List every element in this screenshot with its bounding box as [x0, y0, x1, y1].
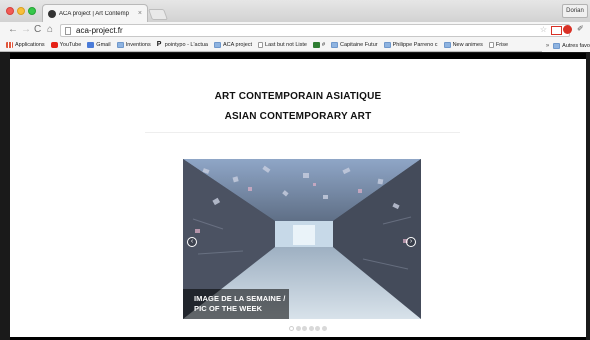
bookmarks-bar: Applications YouTube Gmail Inventions Ppoint… — [0, 39, 590, 52]
site-favicon-icon — [48, 9, 56, 18]
bookmark-item[interactable]: Ppointypo - L'actua — [156, 41, 208, 48]
other-bookmarks[interactable]: Autres favo — [553, 42, 590, 49]
back-button[interactable]: ← — [8, 25, 18, 35]
bookmark-item[interactable]: # — [312, 42, 325, 48]
bookmark-label: ACA project — [223, 42, 253, 48]
page-title-french: ART CONTEMPORAIN ASIATIQUE — [214, 91, 382, 102]
doc-icon — [488, 42, 494, 48]
bookmark-item[interactable]: Last but not Liste — [258, 42, 307, 48]
pen-extension-icon[interactable]: ✐ — [577, 24, 584, 33]
doc-icon — [258, 42, 264, 48]
carousel-dot[interactable] — [315, 326, 320, 331]
page-top-bar — [10, 53, 586, 59]
folder-icon — [331, 42, 338, 48]
green-icon — [312, 42, 320, 48]
other-bookmarks-label: Autres favo — [562, 42, 590, 49]
bookmark-star-icon[interactable]: ☆ — [540, 25, 547, 34]
folder-icon — [116, 42, 124, 48]
gmail-extension-icon[interactable] — [551, 26, 562, 35]
tab-close-icon[interactable]: × — [138, 10, 142, 17]
bookmark-label: Last but not Liste — [265, 42, 307, 48]
bookmark-label: Inventions — [125, 42, 151, 48]
gmail-icon — [87, 42, 95, 48]
bookmark-label: Capitaine Futur — [340, 42, 378, 48]
home-button[interactable]: ⌂ — [47, 25, 53, 35]
profile-button[interactable]: Dorian — [562, 4, 588, 18]
bookmark-item[interactable]: YouTube — [50, 42, 82, 48]
carousel-dot[interactable] — [295, 326, 301, 331]
bookmark-label: Frise — [495, 42, 509, 48]
bookmark-label: New animes — [452, 42, 483, 48]
browser-titlebar: ACA project | Art Contemp × Dorian — [0, 0, 590, 22]
carousel-next-icon[interactable]: › — [406, 237, 416, 247]
bookmark-item[interactable]: New animes — [443, 42, 483, 48]
bookmarks-more-icon[interactable]: » — [546, 43, 549, 49]
url-text[interactable]: aca-project.fr — [76, 26, 123, 35]
tab-title: ACA project | Art Contemp — [59, 10, 129, 17]
minimize-window-button[interactable] — [17, 7, 25, 15]
forward-button[interactable]: → — [21, 25, 31, 35]
bookmark-item[interactable]: Frise — [488, 42, 509, 48]
bookmark-item[interactable]: Gmail — [87, 42, 111, 48]
folder-icon — [443, 42, 451, 48]
bookmark-label: YouTube — [59, 42, 82, 48]
carousel-dot[interactable] — [308, 326, 314, 331]
youtube-icon — [50, 42, 58, 48]
p-icon: P — [156, 41, 162, 48]
close-window-button[interactable] — [6, 7, 14, 15]
extension-badge-icon[interactable] — [563, 25, 572, 34]
folder-icon — [553, 42, 561, 49]
caption-line-1: IMAGE DE LA SEMAINE / — [194, 294, 286, 303]
carousel-caption: IMAGE DE LA SEMAINE / PIC OF THE WEEK — [183, 289, 289, 319]
bookmark-item[interactable]: Capitaine Futur — [331, 42, 378, 48]
bookmark-label: pointypo - L'actua — [164, 42, 208, 48]
bookmark-item[interactable]: Philippe Parreno c — [383, 42, 438, 48]
carousel-dot[interactable] — [289, 326, 294, 331]
image-carousel[interactable]: IMAGE DE LA SEMAINE / PIC OF THE WEEK ‹ … — [183, 159, 421, 319]
bookmarks-overflow: » Autres favo — [541, 39, 590, 52]
page-icon — [65, 27, 71, 35]
new-tab-button[interactable] — [147, 9, 169, 20]
maximize-window-button[interactable] — [28, 7, 36, 15]
bookmark-label: Philippe Parreno c — [392, 42, 438, 48]
bookmark-item[interactable]: ACA project — [214, 42, 252, 48]
web-page: ART CONTEMPORAIN ASIATIQUE ASIAN CONTEMP… — [10, 53, 586, 340]
bookmark-label: Applications — [15, 42, 45, 48]
bookmark-label: # — [321, 42, 325, 48]
carousel-prev-icon[interactable]: ‹ — [187, 237, 197, 247]
carousel-dot[interactable] — [321, 326, 327, 331]
browser-tab[interactable]: ACA project | Art Contemp × — [42, 4, 148, 22]
title-divider — [145, 132, 460, 133]
caption-line-2: PIC OF THE WEEK — [194, 304, 263, 313]
bookmark-item[interactable]: Applications — [6, 42, 45, 48]
carousel-dot[interactable] — [302, 326, 307, 331]
apps-grid-icon — [6, 42, 13, 48]
bookmark-item[interactable]: Inventions — [116, 42, 151, 48]
address-bar[interactable]: aca-project.fr ☆ Q — [60, 24, 570, 37]
bookmark-label: Gmail — [96, 42, 111, 48]
page-title-english: ASIAN CONTEMPORARY ART — [224, 111, 372, 122]
carousel-pagination — [289, 326, 328, 331]
folder-icon — [383, 42, 391, 48]
reload-button[interactable]: C — [34, 25, 41, 35]
browser-toolbar: ← → C ⌂ aca-project.fr ☆ Q — [0, 22, 590, 39]
folder-icon — [214, 42, 221, 48]
